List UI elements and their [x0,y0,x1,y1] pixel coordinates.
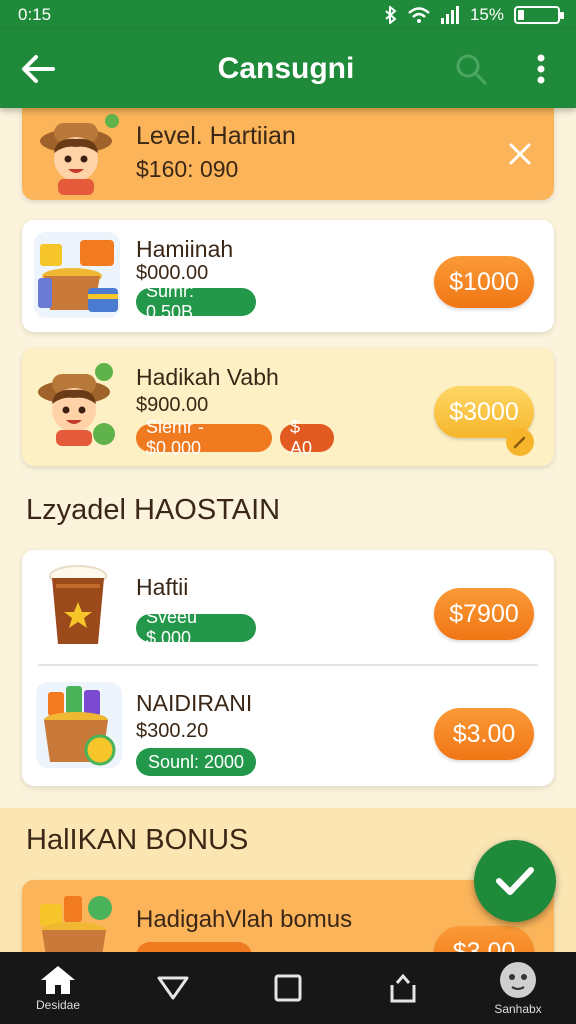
item-price-button[interactable]: $1000 [434,256,534,308]
item-name: Hamiinah [136,236,234,262]
banner-title: Level. Hartiian [136,122,296,150]
nav-back[interactable] [125,952,221,1024]
item-sum-badge: Sveeu $.000 [136,607,256,648]
nav-share[interactable] [355,952,451,1024]
wifi-icon [408,7,430,23]
back-button[interactable] [0,30,76,108]
battery-icon [514,6,564,24]
checkmark-icon [496,867,534,895]
item-name: NAIDIRANI [136,690,253,716]
gift-basket-icon [34,232,120,318]
list-item[interactable]: Hadikah Vabh $900.00 Slemr - $0.000 $ A0… [22,348,554,466]
search-icon [456,54,487,85]
item-name: Haftii [136,574,189,600]
confirm-fab-button[interactable] [474,840,556,922]
farmer-avatar-icon [34,362,120,448]
more-options-button[interactable] [506,30,576,108]
bottom-nav-bar: Desidae Sanhabx [0,952,576,1024]
nav-recents[interactable] [240,952,336,1024]
section-title: HalIKAN BONUS [26,824,249,856]
bluetooth-icon [385,6,397,24]
battery-text: 15% [469,5,504,24]
item-price-button[interactable]: $3.00 [434,926,534,952]
item-sum-badge: Sumr: 0.50B [136,281,256,322]
drink-cup-icon [36,562,122,648]
gift-basket-icon [36,682,122,768]
nav-home[interactable]: Desidae [10,952,106,1024]
home-icon [41,966,75,994]
nav-profile[interactable]: Sanhabx [470,952,566,1024]
battery-fill [518,10,524,20]
search-button[interactable] [436,30,506,108]
level-banner[interactable]: Level. Hartiian $160: 090 [22,108,554,200]
divider [38,664,538,666]
item-name: HadigahVlah bomus [136,906,353,933]
farmer-avatar-icon [34,112,122,196]
banner-amount: $160: 090 [136,156,239,182]
item-sum-badge: Slemr - $0.000 [136,417,272,458]
item-price-button[interactable]: $7900 [434,588,534,640]
status-icons: 15% [384,5,564,25]
list-item[interactable]: Haftii Sveeu $.000 $7900 [22,550,554,664]
item-sum-badge: Sounl: 2000 [136,748,256,776]
back-arrow-icon [22,55,55,83]
nav-home-label: Desidae [35,998,81,1012]
section-title: Lzyadel HAOSTAIN [26,494,281,526]
item-price-button[interactable]: $3.00 [434,708,534,760]
list-item[interactable]: NAIDIRANI $300.20 Sounl: 2000 $3.00 [22,668,554,786]
signal-icon [440,6,459,24]
status-bar: 0:15 15% [0,0,576,30]
nav-profile-label: Sanhabx [494,1002,542,1016]
item-amount: $300.20 [136,720,209,742]
gift-basket-icon [34,888,120,952]
square-recents-icon [274,974,302,1002]
profile-avatar-icon [500,962,536,998]
banner-close-button[interactable] [502,136,538,172]
item-name: Hadikah Vabh [136,364,279,390]
status-time: 0:15 [18,5,52,24]
page-title: Cansugni [217,52,355,85]
app-bar: Cansugni [0,30,576,108]
list-item[interactable]: Hamiinah $000.00 Sumr: 0.50B $1000 [22,220,554,332]
item-sum-badge [136,942,252,952]
triangle-back-icon [157,976,189,1000]
list-item[interactable]: HadigahVlah bomus $3.00 [22,880,554,952]
item-extra-badge: $ A0 [280,417,334,458]
content-area[interactable]: Level. Hartiian $160: 090 Hamiinah $000.… [0,108,576,952]
item-amount: $900.00 [136,394,209,416]
close-icon [509,143,531,165]
more-vertical-icon [537,54,545,84]
edit-badge-icon[interactable] [506,428,534,456]
share-icon [390,973,416,1003]
section-card: Haftii Sveeu $.000 $7900 NAIDIRANI $300.… [22,550,554,786]
